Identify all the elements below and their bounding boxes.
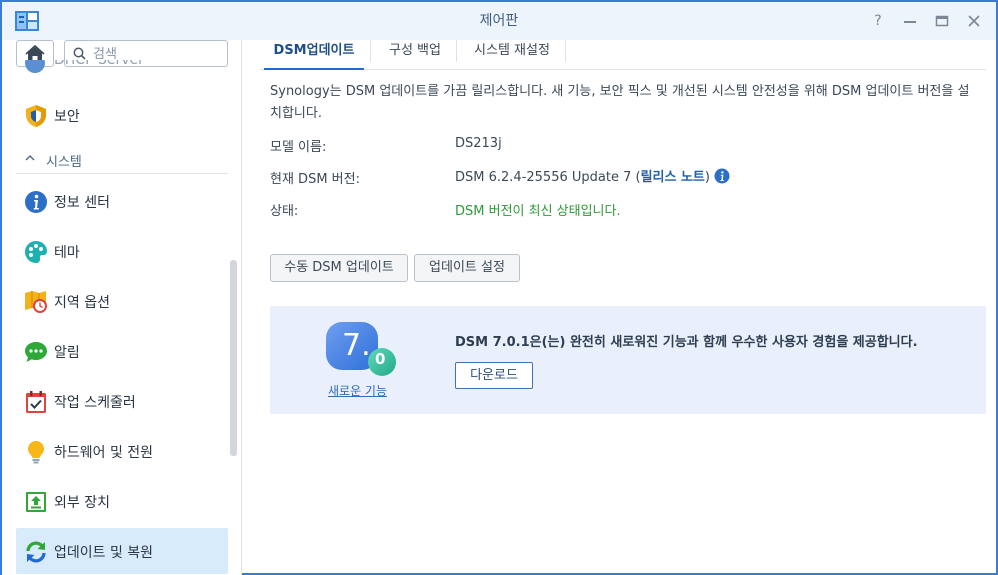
main-panel: DSM업데이트 구성 백업 시스템 재설정 Synology는 DSM 업데이트… bbox=[244, 40, 996, 575]
sidebar-item-label: 정보 센터 bbox=[54, 195, 110, 211]
sidebar-item-label: 하드웨어 및 전원 bbox=[54, 445, 154, 461]
shield-icon bbox=[26, 105, 46, 127]
model-value: DS213j bbox=[455, 136, 502, 151]
promo-message: DSM 7.0.1은(는) 완전히 새로워진 기능과 함께 우수한 사용자 경험… bbox=[455, 335, 918, 350]
close-icon[interactable] bbox=[964, 11, 984, 31]
version-label: 현재 DSM 버전: bbox=[270, 172, 360, 187]
sidebar-item-label: 외부 장치 bbox=[54, 495, 110, 511]
version-value-row: DSM 6.2.4-25556 Update 7 (릴리스 노트) bbox=[455, 166, 730, 185]
sidebar-item-label: 작업 스케줄러 bbox=[54, 395, 136, 411]
chevron-up-icon bbox=[24, 152, 36, 167]
minimize-icon[interactable] bbox=[900, 11, 920, 31]
help-icon[interactable]: ? bbox=[868, 11, 888, 31]
palette-icon bbox=[25, 241, 47, 263]
tab-config-backup[interactable]: 구성 백업 bbox=[374, 40, 456, 70]
info-icon[interactable] bbox=[714, 168, 730, 184]
dsm7-promo-banner: 7. 0 새로운 기능 DSM 7.0.1은(는) 완전히 새로워진 기능과 함… bbox=[270, 306, 986, 414]
logo-text: 7. bbox=[342, 328, 371, 363]
tab-separator bbox=[370, 40, 371, 62]
sidebar-item-label: 알림 bbox=[54, 345, 80, 361]
sidebar-item-label: 보안 bbox=[54, 109, 80, 125]
tab-bar: DSM업데이트 구성 백업 시스템 재설정 bbox=[260, 40, 986, 70]
download-button[interactable]: 다운로드 bbox=[455, 362, 533, 389]
release-notes-link[interactable]: 릴리스 노트 bbox=[641, 170, 705, 185]
sidebar-item-update-restore[interactable]: 업데이트 및 복원 bbox=[16, 528, 228, 574]
maximize-icon[interactable] bbox=[932, 11, 952, 31]
sidebar-item-regional-options[interactable]: 지역 옵션 bbox=[16, 278, 228, 324]
calendar-check-icon bbox=[26, 391, 46, 413]
sidebar-item-external-devices[interactable]: 외부 장치 bbox=[16, 478, 228, 524]
upload-device-icon bbox=[26, 492, 46, 512]
sidebar-item-notification[interactable]: 알림 bbox=[16, 328, 228, 374]
sidebar-scrollbar[interactable] bbox=[230, 260, 237, 456]
update-description: Synology는 DSM 업데이트를 가끔 릴리스합니다. 새 기능, 보안 … bbox=[270, 84, 970, 121]
sidebar-item-task-scheduler[interactable]: 작업 스케줄러 bbox=[16, 378, 228, 424]
update-settings-button[interactable]: 업데이트 설정 bbox=[414, 254, 520, 282]
refresh-icon bbox=[26, 541, 46, 563]
sidebar: DHCP Server 보안 시스템 정보 센터 bbox=[2, 40, 242, 575]
version-close-paren: ) bbox=[704, 170, 710, 185]
sidebar-item-hardware-power[interactable]: 하드웨어 및 전원 bbox=[16, 428, 228, 474]
tab-separator bbox=[456, 40, 457, 62]
sidebar-item-dhcp-server[interactable]: DHCP Server bbox=[16, 60, 228, 76]
manual-dsm-update-button[interactable]: 수동 DSM 업데이트 bbox=[270, 254, 408, 282]
tab-dsm-update[interactable]: DSM업데이트 bbox=[264, 40, 364, 70]
lightbulb-icon bbox=[28, 441, 44, 464]
model-label: 모델 이름: bbox=[270, 140, 327, 155]
sidebar-item-info-center[interactable]: 정보 센터 bbox=[16, 178, 228, 224]
control-panel-window: 제어판 ? DHCP S bbox=[0, 0, 998, 575]
sidebar-item-security[interactable]: 보안 bbox=[16, 92, 228, 138]
status-value: DSM 버전이 최신 상태입니다. bbox=[455, 204, 621, 219]
info-icon bbox=[25, 191, 47, 213]
status-label: 상태: bbox=[270, 204, 299, 219]
title-bar: 제어판 ? bbox=[2, 2, 996, 40]
sidebar-item-label: DHCP Server bbox=[54, 60, 144, 68]
dhcp-icon bbox=[25, 60, 45, 73]
sidebar-section-system[interactable]: 시스템 bbox=[16, 148, 228, 174]
chat-bubble-icon bbox=[25, 342, 47, 362]
new-features-link[interactable]: 새로운 기능 bbox=[328, 382, 387, 399]
section-label: 시스템 bbox=[46, 155, 82, 170]
sidebar-item-label: 테마 bbox=[54, 245, 80, 261]
tab-separator bbox=[565, 40, 566, 62]
search-icon bbox=[73, 47, 86, 60]
map-clock-icon bbox=[25, 291, 47, 313]
sidebar-item-theme[interactable]: 테마 bbox=[16, 228, 228, 274]
sidebar-item-label: 지역 옵션 bbox=[54, 295, 110, 311]
sidebar-item-label: 업데이트 및 복원 bbox=[54, 545, 154, 561]
version-value: DSM 6.2.4-25556 Update 7 ( bbox=[455, 170, 641, 185]
window-title: 제어판 bbox=[479, 13, 519, 29]
logo-badge: 0 bbox=[375, 350, 386, 368]
tab-system-reset[interactable]: 시스템 재설정 bbox=[460, 40, 564, 70]
